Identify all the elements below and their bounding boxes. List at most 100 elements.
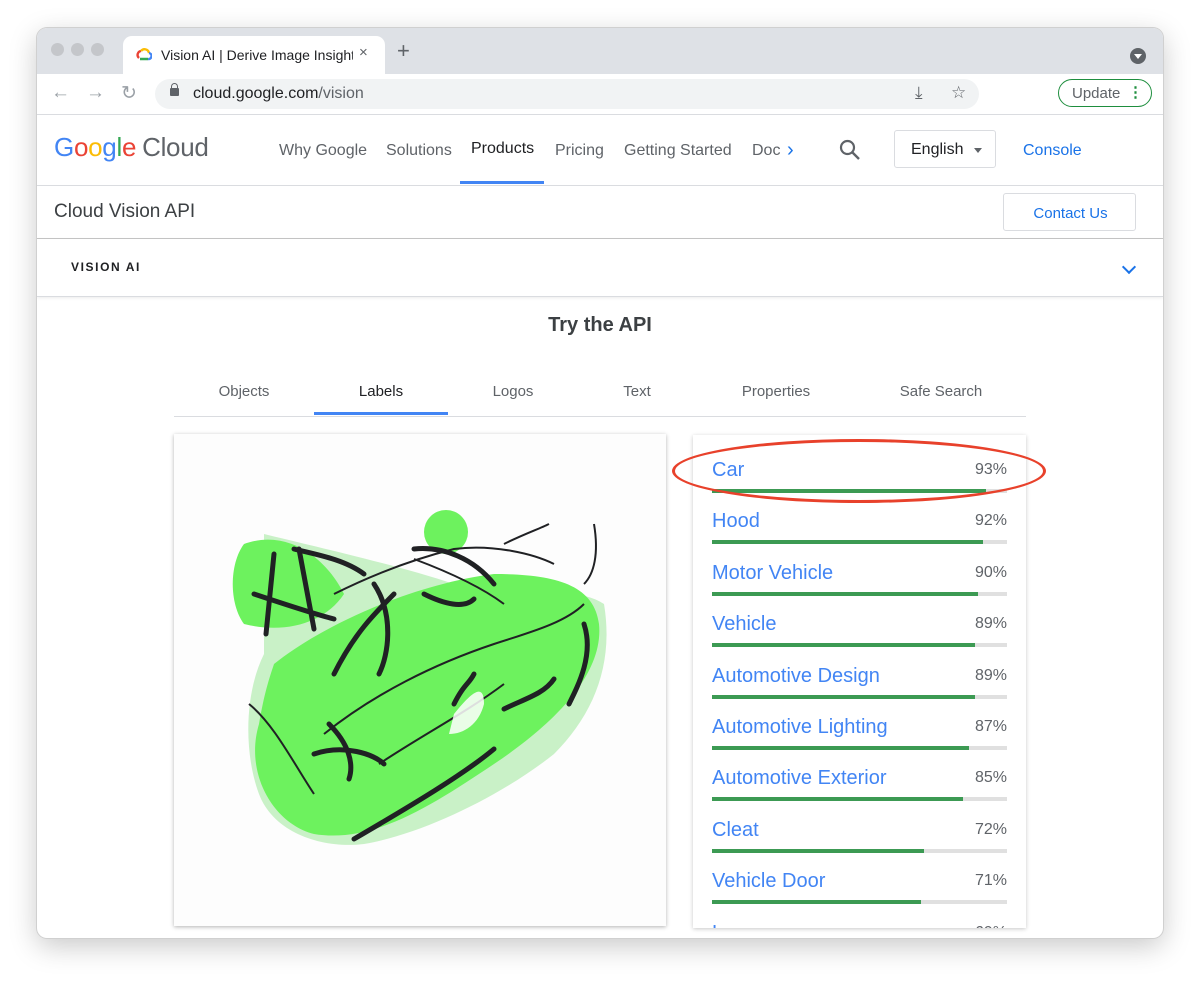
forward-icon[interactable]: →: [86, 82, 105, 104]
section-dropdown[interactable]: VISION AI: [37, 239, 1163, 297]
uploaded-image: [174, 434, 666, 926]
label-score: 69%: [975, 924, 1007, 928]
tab-objects[interactable]: Objects: [174, 383, 314, 400]
nav-getting-started[interactable]: Getting Started: [624, 142, 732, 160]
label-name[interactable]: Automotive Design: [712, 665, 880, 688]
label-name[interactable]: Motor Vehicle: [712, 562, 833, 585]
update-label: Update: [1072, 85, 1121, 102]
score-bar-track: [712, 797, 1007, 802]
tab-properties[interactable]: Properties: [696, 383, 856, 400]
label-name[interactable]: Vehicle Door: [712, 870, 825, 893]
tab-title: Vision AI | Derive Image Insights: [161, 47, 353, 63]
score-bar-track: [712, 591, 1007, 596]
score-bar-fill: [712, 797, 963, 802]
label-row[interactable]: Motor Vehicle 90%: [712, 562, 1007, 613]
demo-tabs: Objects Labels Logos Text Properties Saf…: [174, 364, 1026, 417]
score-bar-fill: [712, 540, 984, 545]
minimize-window-icon[interactable]: [71, 43, 84, 56]
label-score: 71%: [974, 872, 1007, 890]
score-bar-track: [712, 643, 1007, 648]
new-tab-icon[interactable]: +: [397, 40, 410, 62]
url-text: cloud.google.com/vision: [193, 85, 364, 102]
label-name[interactable]: Automotive Exterior: [712, 767, 887, 790]
label-name[interactable]: Cleat: [712, 819, 759, 842]
tab-text[interactable]: Text: [578, 383, 696, 400]
site-header: Google Cloud Why Google Solutions Product…: [37, 115, 1163, 186]
label-name[interactable]: Automotive Lighting: [712, 716, 888, 739]
lock-icon: [170, 83, 179, 96]
label-row[interactable]: Automotive Lighting 87%: [712, 716, 1007, 767]
tab-strip: Vision AI | Derive Image Insights × +: [37, 28, 1163, 74]
score-bar-fill: [712, 643, 975, 648]
active-tab-indicator: [314, 412, 448, 415]
back-icon[interactable]: ←: [51, 82, 70, 104]
nav-solutions[interactable]: Solutions: [386, 142, 452, 160]
score-bar-track: [712, 746, 1007, 750]
labels-panel: Car 93% Hood 92% Motor Vehicle 90% Vehicle 89% A…: [693, 435, 1026, 928]
label-row[interactable]: Vehicle 89%: [712, 613, 1007, 664]
score-bar-fill: [712, 746, 969, 750]
score-bar-track: [712, 848, 1007, 853]
score-bar-track: [712, 900, 1007, 905]
demo-title: Try the API: [548, 314, 652, 336]
contact-us-label: Contact Us: [1033, 205, 1108, 222]
score-bar-fill: [712, 848, 925, 853]
language-select[interactable]: English: [894, 130, 996, 168]
section-label: VISION AI: [71, 260, 141, 274]
address-bar[interactable]: cloud.google.com/vision ⤓ ☆: [155, 79, 979, 109]
update-button[interactable]: Update ⋮: [1058, 79, 1152, 107]
contact-us-button[interactable]: Contact Us: [1003, 193, 1136, 231]
nav-products[interactable]: Products: [471, 140, 534, 158]
tab-labels[interactable]: Labels: [314, 383, 448, 400]
more-menu-icon[interactable]: ⋮: [1128, 83, 1143, 101]
product-bar: Cloud Vision API Contact Us: [37, 186, 1163, 239]
label-row[interactable]: Automotive Exterior 85%: [712, 767, 1007, 818]
close-window-icon[interactable]: [51, 43, 64, 56]
google-cloud-favicon: [136, 48, 152, 61]
google-cloud-logo[interactable]: Google Cloud: [54, 132, 209, 163]
product-title: Cloud Vision API: [54, 201, 196, 222]
maximize-window-icon[interactable]: [91, 43, 104, 56]
label-name[interactable]: Logo: [712, 922, 757, 928]
score-bar-fill: [712, 900, 922, 905]
browser-window: Vision AI | Derive Image Insights × + ← …: [37, 28, 1163, 938]
tab-safe-search[interactable]: Safe Search: [856, 383, 1026, 400]
nav-scroll-right-icon[interactable]: ›: [787, 139, 794, 162]
label-row[interactable]: Logo 69%: [712, 922, 1007, 928]
console-link[interactable]: Console: [1023, 142, 1082, 160]
label-score: 89%: [974, 666, 1007, 684]
nav-why-google[interactable]: Why Google: [279, 142, 367, 160]
nav-docs[interactable]: Doc: [752, 142, 780, 160]
tab-logos[interactable]: Logos: [448, 383, 578, 400]
label-score: 85%: [974, 769, 1007, 787]
language-label: English: [911, 141, 964, 158]
browser-toolbar: ← → ↻ cloud.google.com/vision ⤓ ☆ Update…: [37, 74, 1163, 115]
label-row[interactable]: Vehicle Door 71%: [712, 870, 1007, 921]
label-row[interactable]: Automotive Design 89%: [712, 665, 1007, 716]
score-bar-track: [712, 540, 1007, 545]
tab-close-icon[interactable]: ×: [359, 44, 368, 61]
label-score: 87%: [974, 718, 1007, 735]
label-row[interactable]: Cleat 72%: [712, 819, 1007, 870]
search-icon[interactable]: [839, 139, 861, 161]
label-score: 92%: [974, 512, 1007, 530]
nav-pricing[interactable]: Pricing: [555, 142, 604, 160]
browser-tab[interactable]: Vision AI | Derive Image Insights ×: [123, 36, 385, 74]
score-bar-fill: [712, 694, 975, 699]
car-sketch-image: [174, 434, 666, 926]
label-name[interactable]: Hood: [712, 510, 760, 533]
reload-icon[interactable]: ↻: [121, 82, 137, 105]
label-score: 89%: [974, 615, 1007, 633]
label-score: 72%: [974, 820, 1007, 838]
label-name[interactable]: Vehicle: [712, 613, 777, 636]
highlight-annotation: [672, 439, 1046, 503]
caret-down-icon: [974, 148, 982, 153]
star-icon[interactable]: ☆: [951, 83, 966, 103]
chevron-down-icon[interactable]: [1121, 259, 1137, 275]
label-score: 90%: [974, 563, 1007, 581]
install-icon[interactable]: ⤓: [915, 83, 923, 103]
score-bar-track: [712, 694, 1007, 699]
label-row[interactable]: Hood 92%: [712, 510, 1007, 561]
tab-search-icon[interactable]: [1130, 48, 1146, 64]
score-bar-fill: [712, 591, 978, 596]
